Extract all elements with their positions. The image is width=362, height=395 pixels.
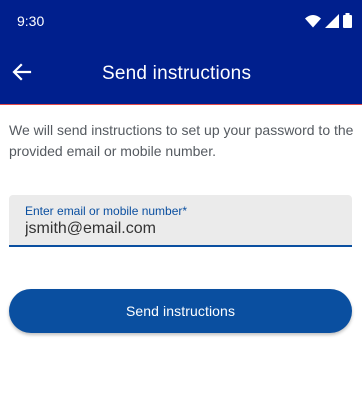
status-bar: 9:30 <box>0 0 362 44</box>
arrow-back-icon <box>12 62 32 87</box>
instructions-description: We will send instructions to set up your… <box>9 122 354 159</box>
wifi-icon <box>305 14 321 33</box>
status-time: 9:30 <box>17 13 45 29</box>
email-or-mobile-field[interactable]: Enter email or mobile number* <box>9 195 352 247</box>
email-or-mobile-input[interactable] <box>23 218 342 240</box>
battery-icon <box>343 13 352 33</box>
back-button[interactable] <box>9 61 35 87</box>
page-title: Send instructions <box>102 63 252 84</box>
send-instructions-button[interactable]: Send instructions <box>9 289 352 333</box>
app-bar: Send instructions <box>0 44 362 105</box>
status-icons <box>305 13 352 33</box>
signal-icon <box>325 13 339 33</box>
email-or-mobile-label: Enter email or mobile number* <box>25 204 188 218</box>
